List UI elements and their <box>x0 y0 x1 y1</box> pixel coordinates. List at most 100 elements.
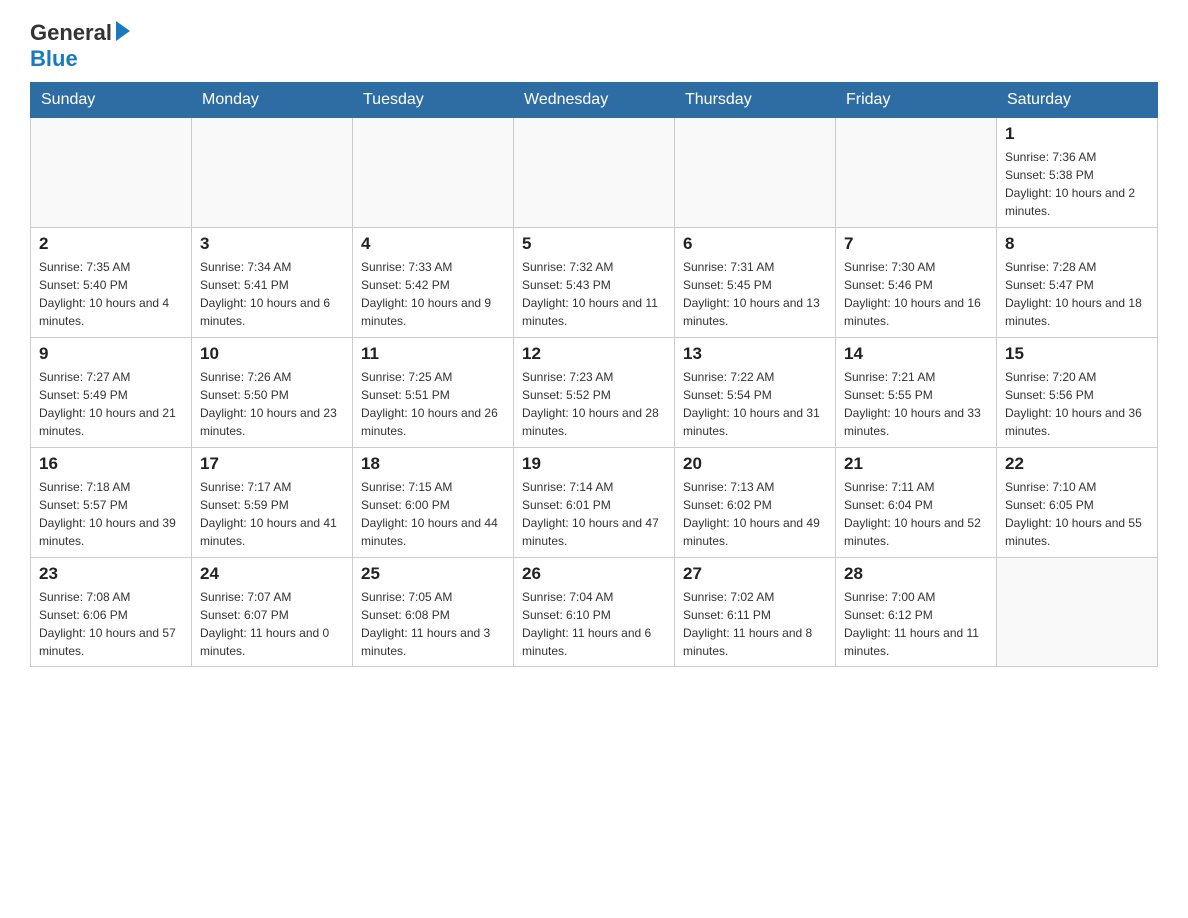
calendar-cell: 25 Sunrise: 7:05 AMSunset: 6:08 PMDayligh… <box>353 558 514 667</box>
calendar-header-row: SundayMondayTuesdayWednesdayThursdayFrid… <box>31 83 1158 118</box>
calendar-week-row: 9 Sunrise: 7:27 AMSunset: 5:49 PMDaylight… <box>31 338 1158 448</box>
day-number: 22 <box>1005 454 1149 474</box>
calendar-cell: 8 Sunrise: 7:28 AMSunset: 5:47 PMDaylight… <box>997 228 1158 338</box>
day-info: Sunrise: 7:00 AMSunset: 6:12 PMDaylight:… <box>844 588 988 660</box>
calendar-cell: 23 Sunrise: 7:08 AMSunset: 6:06 PMDayligh… <box>31 558 192 667</box>
calendar-cell <box>675 118 836 228</box>
day-info: Sunrise: 7:18 AMSunset: 5:57 PMDaylight:… <box>39 478 183 550</box>
day-info: Sunrise: 7:34 AMSunset: 5:41 PMDaylight:… <box>200 258 344 330</box>
calendar-table: SundayMondayTuesdayWednesdayThursdayFrid… <box>30 82 1158 667</box>
calendar-cell: 5 Sunrise: 7:32 AMSunset: 5:43 PMDaylight… <box>514 228 675 338</box>
calendar-cell: 10 Sunrise: 7:26 AMSunset: 5:50 PMDayligh… <box>192 338 353 448</box>
day-number: 14 <box>844 344 988 364</box>
calendar-week-row: 16 Sunrise: 7:18 AMSunset: 5:57 PMDayligh… <box>31 448 1158 558</box>
day-info: Sunrise: 7:28 AMSunset: 5:47 PMDaylight:… <box>1005 258 1149 330</box>
calendar-cell: 27 Sunrise: 7:02 AMSunset: 6:11 PMDayligh… <box>675 558 836 667</box>
day-info: Sunrise: 7:05 AMSunset: 6:08 PMDaylight:… <box>361 588 505 660</box>
calendar-cell <box>353 118 514 228</box>
day-info: Sunrise: 7:27 AMSunset: 5:49 PMDaylight:… <box>39 368 183 440</box>
day-number: 19 <box>522 454 666 474</box>
day-info: Sunrise: 7:02 AMSunset: 6:11 PMDaylight:… <box>683 588 827 660</box>
calendar-cell: 2Sunrise: 7:35 AMSunset: 5:40 PMDaylight… <box>31 228 192 338</box>
calendar-week-row: 23 Sunrise: 7:08 AMSunset: 6:06 PMDayligh… <box>31 558 1158 667</box>
day-info: Sunrise: 7:23 AMSunset: 5:52 PMDaylight:… <box>522 368 666 440</box>
day-number: 8 <box>1005 234 1149 254</box>
day-number: 27 <box>683 564 827 584</box>
day-info: Sunrise: 7:04 AMSunset: 6:10 PMDaylight:… <box>522 588 666 660</box>
day-number: 12 <box>522 344 666 364</box>
day-number: 1 <box>1005 124 1149 144</box>
calendar-cell: 17Sunrise: 7:17 AMSunset: 5:59 PMDayligh… <box>192 448 353 558</box>
logo-general-text: General <box>30 20 112 46</box>
calendar-cell: 16 Sunrise: 7:18 AMSunset: 5:57 PMDayligh… <box>31 448 192 558</box>
page-header: General Blue <box>30 20 1158 72</box>
logo-blue-text: Blue <box>30 46 78 71</box>
day-number: 10 <box>200 344 344 364</box>
calendar-cell: 14 Sunrise: 7:21 AMSunset: 5:55 PMDayligh… <box>836 338 997 448</box>
day-info: Sunrise: 7:10 AMSunset: 6:05 PMDaylight:… <box>1005 478 1149 550</box>
calendar-cell: 26 Sunrise: 7:04 AMSunset: 6:10 PMDayligh… <box>514 558 675 667</box>
weekday-header-wednesday: Wednesday <box>514 83 675 118</box>
calendar-cell <box>514 118 675 228</box>
day-number: 25 <box>361 564 505 584</box>
day-number: 16 <box>39 454 183 474</box>
day-info: Sunrise: 7:08 AMSunset: 6:06 PMDaylight:… <box>39 588 183 660</box>
calendar-week-row: 1 Sunrise: 7:36 AMSunset: 5:38 PMDaylight… <box>31 118 1158 228</box>
calendar-cell <box>192 118 353 228</box>
calendar-cell: 12 Sunrise: 7:23 AMSunset: 5:52 PMDayligh… <box>514 338 675 448</box>
weekday-header-monday: Monday <box>192 83 353 118</box>
calendar-cell: 28 Sunrise: 7:00 AMSunset: 6:12 PMDayligh… <box>836 558 997 667</box>
day-number: 11 <box>361 344 505 364</box>
day-info: Sunrise: 7:25 AMSunset: 5:51 PMDaylight:… <box>361 368 505 440</box>
calendar-week-row: 2Sunrise: 7:35 AMSunset: 5:40 PMDaylight… <box>31 228 1158 338</box>
weekday-header-friday: Friday <box>836 83 997 118</box>
day-number: 7 <box>844 234 988 254</box>
calendar-cell <box>836 118 997 228</box>
day-number: 9 <box>39 344 183 364</box>
day-number: 24 <box>200 564 344 584</box>
calendar-cell: 1 Sunrise: 7:36 AMSunset: 5:38 PMDaylight… <box>997 118 1158 228</box>
day-number: 6 <box>683 234 827 254</box>
calendar-cell: 20Sunrise: 7:13 AMSunset: 6:02 PMDayligh… <box>675 448 836 558</box>
logo: General Blue <box>30 20 130 72</box>
day-number: 2 <box>39 234 183 254</box>
day-info: Sunrise: 7:33 AMSunset: 5:42 PMDaylight:… <box>361 258 505 330</box>
day-info: Sunrise: 7:11 AMSunset: 6:04 PMDaylight:… <box>844 478 988 550</box>
calendar-cell: 3 Sunrise: 7:34 AMSunset: 5:41 PMDaylight… <box>192 228 353 338</box>
calendar-cell: 7 Sunrise: 7:30 AMSunset: 5:46 PMDaylight… <box>836 228 997 338</box>
day-number: 28 <box>844 564 988 584</box>
day-info: Sunrise: 7:30 AMSunset: 5:46 PMDaylight:… <box>844 258 988 330</box>
day-number: 26 <box>522 564 666 584</box>
day-number: 3 <box>200 234 344 254</box>
day-info: Sunrise: 7:17 AMSunset: 5:59 PMDaylight:… <box>200 478 344 550</box>
calendar-cell: 4 Sunrise: 7:33 AMSunset: 5:42 PMDaylight… <box>353 228 514 338</box>
weekday-header-tuesday: Tuesday <box>353 83 514 118</box>
day-info: Sunrise: 7:36 AMSunset: 5:38 PMDaylight:… <box>1005 148 1149 220</box>
day-info: Sunrise: 7:32 AMSunset: 5:43 PMDaylight:… <box>522 258 666 330</box>
day-number: 4 <box>361 234 505 254</box>
weekday-header-saturday: Saturday <box>997 83 1158 118</box>
calendar-cell: 18 Sunrise: 7:15 AMSunset: 6:00 PMDayligh… <box>353 448 514 558</box>
calendar-cell <box>997 558 1158 667</box>
day-number: 18 <box>361 454 505 474</box>
day-info: Sunrise: 7:31 AMSunset: 5:45 PMDaylight:… <box>683 258 827 330</box>
calendar-cell: 13 Sunrise: 7:22 AMSunset: 5:54 PMDayligh… <box>675 338 836 448</box>
calendar-cell: 9 Sunrise: 7:27 AMSunset: 5:49 PMDaylight… <box>31 338 192 448</box>
day-info: Sunrise: 7:15 AMSunset: 6:00 PMDaylight:… <box>361 478 505 550</box>
calendar-cell: 11 Sunrise: 7:25 AMSunset: 5:51 PMDayligh… <box>353 338 514 448</box>
calendar-cell: 24Sunrise: 7:07 AMSunset: 6:07 PMDayligh… <box>192 558 353 667</box>
calendar-cell: 19 Sunrise: 7:14 AMSunset: 6:01 PMDayligh… <box>514 448 675 558</box>
day-number: 23 <box>39 564 183 584</box>
day-info: Sunrise: 7:13 AMSunset: 6:02 PMDaylight:… <box>683 478 827 550</box>
day-number: 13 <box>683 344 827 364</box>
calendar-cell: 22 Sunrise: 7:10 AMSunset: 6:05 PMDayligh… <box>997 448 1158 558</box>
day-number: 15 <box>1005 344 1149 364</box>
weekday-header-sunday: Sunday <box>31 83 192 118</box>
day-number: 5 <box>522 234 666 254</box>
day-info: Sunrise: 7:14 AMSunset: 6:01 PMDaylight:… <box>522 478 666 550</box>
day-info: Sunrise: 7:26 AMSunset: 5:50 PMDaylight:… <box>200 368 344 440</box>
weekday-header-thursday: Thursday <box>675 83 836 118</box>
calendar-cell: 21Sunrise: 7:11 AMSunset: 6:04 PMDayligh… <box>836 448 997 558</box>
day-info: Sunrise: 7:21 AMSunset: 5:55 PMDaylight:… <box>844 368 988 440</box>
day-info: Sunrise: 7:22 AMSunset: 5:54 PMDaylight:… <box>683 368 827 440</box>
